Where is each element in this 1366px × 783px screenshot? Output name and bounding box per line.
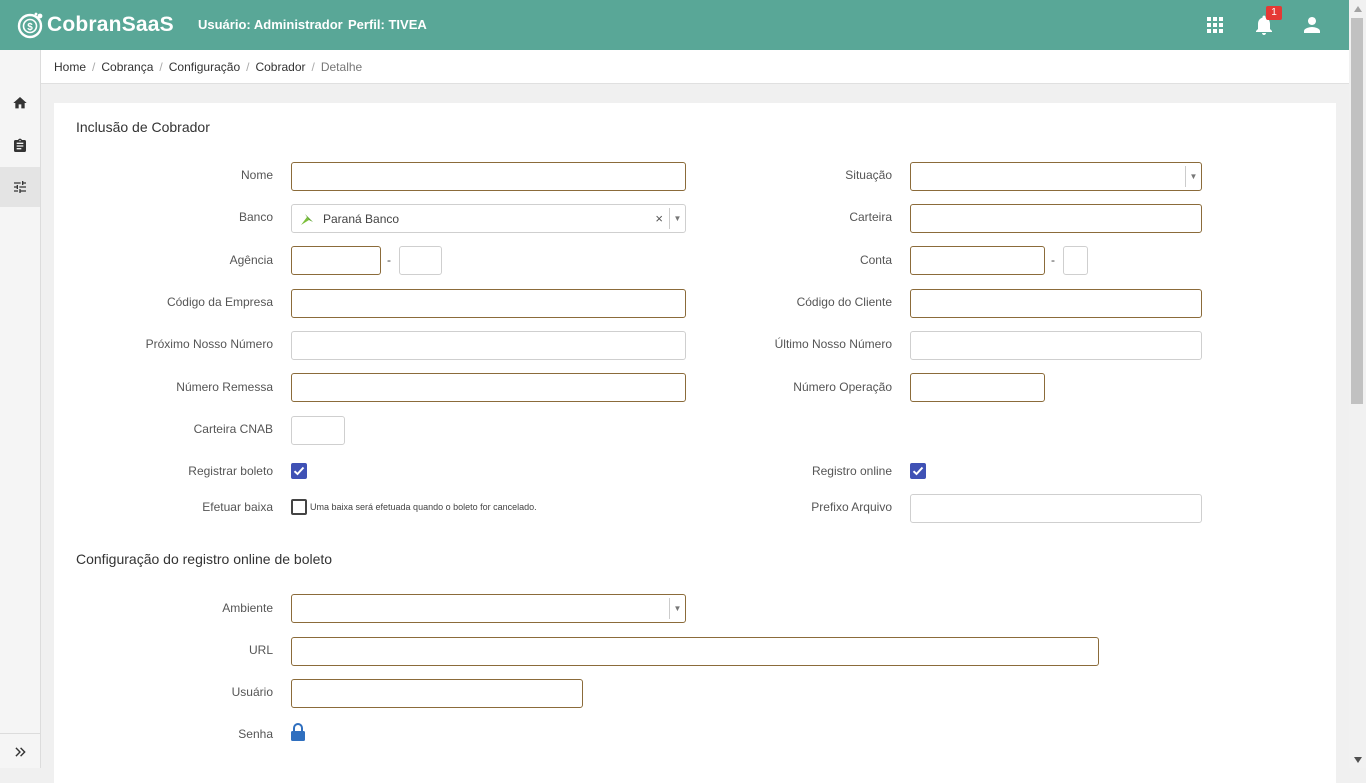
sidebar-item-configuracao[interactable] <box>0 167 40 207</box>
clear-icon[interactable]: × <box>655 211 663 226</box>
lock-icon[interactable] <box>290 722 306 747</box>
codigo-cliente-label: Código do Cliente <box>796 295 892 309</box>
home-icon <box>13 97 27 109</box>
prefixo-arquivo-label: Prefixo Arquivo <box>811 500 892 514</box>
user-icon[interactable] <box>1300 13 1324 37</box>
ambiente-label: Ambiente <box>222 601 273 615</box>
codigo-cliente-input[interactable] <box>910 289 1202 318</box>
url-label: URL <box>248 643 273 657</box>
banco-select[interactable]: Paraná Banco × ▼ <box>291 204 686 233</box>
conta-dash: - <box>1051 253 1055 267</box>
ultimo-nosso-numero-input[interactable] <box>910 331 1202 360</box>
chevron-down-icon[interactable]: ▼ <box>669 598 685 619</box>
codigo-empresa-label: Código da Empresa <box>166 295 273 309</box>
scroll-thumb[interactable] <box>1351 18 1363 404</box>
banco-label: Banco <box>238 210 273 224</box>
usuario-label: Usuário <box>231 685 273 699</box>
carteira-label: Carteira <box>849 210 892 224</box>
nome-input[interactable] <box>291 162 686 191</box>
scroll-down-arrow-icon[interactable] <box>1349 751 1366 768</box>
nome-label: Nome <box>240 168 273 182</box>
proximo-nosso-numero-label: Próximo Nosso Número <box>145 337 273 351</box>
banco-selected-value: Paraná Banco <box>323 212 400 226</box>
user-name: Administrador <box>253 17 343 32</box>
proximo-nosso-numero-input[interactable] <box>291 331 686 360</box>
usuario-input[interactable] <box>291 679 583 708</box>
agencia-digito-input[interactable] <box>399 246 442 275</box>
breadcrumb-separator: / <box>246 59 250 74</box>
efetuar-baixa-checkbox[interactable] <box>291 499 307 515</box>
clipboard-icon <box>14 138 26 152</box>
efetuar-baixa-hint: Uma baixa será efetuada quando o boleto … <box>310 502 537 512</box>
breadcrumb-detalhe: Detalhe <box>320 59 363 74</box>
user-label: Usuário: <box>198 17 251 32</box>
svg-text:$: $ <box>27 22 33 33</box>
logo-text: CobranSaaS <box>47 13 174 36</box>
registro-online-label: Registro online <box>811 464 892 478</box>
breadcrumb-separator: / <box>159 59 163 74</box>
carteira-cnab-label: Carteira CNAB <box>193 422 273 436</box>
breadcrumb: Home / Cobrança / Configuração / Cobrado… <box>41 50 1349 84</box>
scroll-up-arrow-icon[interactable] <box>1349 0 1366 17</box>
breadcrumb-cobrador[interactable]: Cobrador <box>255 60 305 74</box>
agencia-dash: - <box>387 253 391 267</box>
breadcrumb-separator: / <box>311 59 315 74</box>
profile-info: Perfil: TIVEA <box>348 17 427 32</box>
agencia-input[interactable] <box>291 246 381 275</box>
breadcrumb-cobranca[interactable]: Cobrança <box>101 60 153 74</box>
page-scrollbar[interactable] <box>1349 0 1366 768</box>
apps-grid-icon[interactable] <box>1203 13 1227 37</box>
carteira-cnab-input[interactable] <box>291 416 345 445</box>
situacao-select[interactable]: ▼ <box>910 162 1202 191</box>
senha-label: Senha <box>238 727 273 741</box>
breadcrumb-home[interactable]: Home <box>54 60 86 74</box>
checkmark-icon <box>912 466 924 476</box>
numero-remessa-input[interactable] <box>291 373 686 402</box>
numero-remessa-label: Número Remessa <box>176 380 273 394</box>
sidebar-item-cobranca[interactable] <box>0 126 40 166</box>
url-input[interactable] <box>291 637 1099 666</box>
double-chevron-right-icon <box>15 746 26 757</box>
online-config-title: Configuração do registro online de bolet… <box>76 551 333 567</box>
form-title: Inclusão de Cobrador <box>76 119 210 135</box>
notification-badge: 1 <box>1266 6 1282 20</box>
form-card: Inclusão de Cobrador Nome Situação ▼ Ban… <box>54 103 1336 783</box>
breadcrumb-separator: / <box>92 59 96 74</box>
agencia-label: Agência <box>229 253 273 267</box>
situacao-label: Situação <box>845 168 892 182</box>
user-info: Usuário: Administrador <box>198 17 343 32</box>
numero-operacao-input[interactable] <box>910 373 1045 402</box>
profile-label: Perfil: <box>348 17 385 32</box>
numero-operacao-label: Número Operação <box>793 380 892 394</box>
conta-input[interactable] <box>910 246 1045 275</box>
efetuar-baixa-label: Efetuar baixa <box>202 500 273 514</box>
registro-online-checkbox[interactable] <box>910 463 926 479</box>
sidebar <box>0 50 41 768</box>
sliders-icon <box>14 181 26 193</box>
registrar-boleto-label: Registrar boleto <box>188 464 273 478</box>
checkmark-icon <box>293 466 305 476</box>
ambiente-select[interactable]: ▼ <box>291 594 686 623</box>
logo-icon: $ <box>17 12 43 39</box>
app-logo[interactable]: $ CobranSaaS <box>17 9 174 41</box>
top-bar: $ CobranSaaS Usuário: Administrador Perf… <box>0 0 1349 50</box>
chevron-down-icon[interactable]: ▼ <box>669 208 685 229</box>
codigo-empresa-input[interactable] <box>291 289 686 318</box>
conta-digito-input[interactable] <box>1063 246 1088 275</box>
profile-name: TIVEA <box>388 17 427 32</box>
sidebar-expand-button[interactable] <box>0 733 40 769</box>
chevron-down-icon[interactable]: ▼ <box>1185 166 1201 187</box>
ultimo-nosso-numero-label: Último Nosso Número <box>774 337 892 351</box>
breadcrumb-configuracao[interactable]: Configuração <box>169 60 240 74</box>
registrar-boleto-checkbox[interactable] <box>291 463 307 479</box>
carteira-input[interactable] <box>910 204 1202 233</box>
conta-label: Conta <box>859 253 892 267</box>
prefixo-arquivo-input[interactable] <box>910 494 1202 523</box>
sidebar-item-home[interactable] <box>0 83 40 123</box>
parana-banco-logo-icon <box>301 214 313 225</box>
